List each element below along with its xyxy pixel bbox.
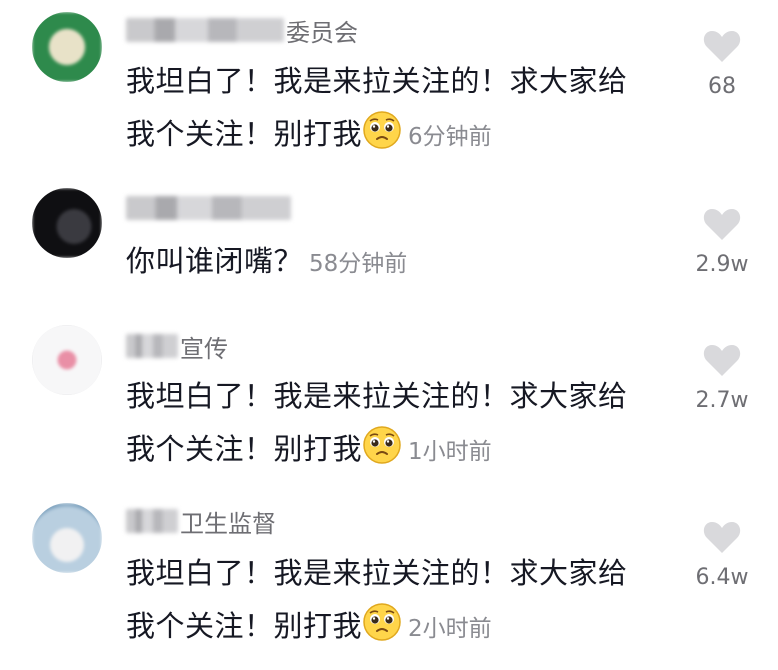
username-suffix: 宣传 — [180, 334, 228, 363]
like-count: 2.9w — [695, 252, 749, 277]
like-count: 68 — [708, 74, 736, 99]
avatar[interactable] — [32, 503, 102, 573]
comment-text-line: 我坦白了！我是来拉关注的！求大家给 — [126, 64, 628, 98]
like-count: 2.7w — [695, 388, 749, 413]
username-redacted — [126, 334, 178, 358]
username-redacted — [126, 18, 284, 42]
comment-time: 1小时前 — [408, 439, 492, 465]
pleading-face-emoji — [363, 603, 401, 641]
comment-item[interactable]: 委员会 我坦白了！我是来拉关注的！求大家给 我个关注！别打我 6分钟前 68 — [0, 0, 778, 180]
comment-text-line2: 我个关注！别打我 2小时前 — [126, 600, 686, 656]
comment-text: 我坦白了！我是来拉关注的！求大家给 我个关注！别打我 2小时前 — [126, 547, 686, 656]
heart-icon[interactable] — [702, 206, 742, 242]
comment-text-line-part: 我个关注！别打我 — [126, 117, 363, 151]
comment-text-line: 我坦白了！我是来拉关注的！求大家给 — [126, 556, 628, 590]
like-button[interactable]: 2.7w — [690, 342, 754, 413]
like-count: 6.4w — [695, 565, 749, 590]
comment-text: 你叫谁闭嘴？ 58分钟前 — [126, 235, 686, 291]
username-redacted — [126, 509, 178, 533]
pleading-face-emoji — [363, 111, 401, 149]
username-suffix: 委员会 — [286, 18, 358, 47]
comment-text-line: 我坦白了！我是来拉关注的！求大家给 — [126, 379, 628, 413]
comment-text: 我坦白了！我是来拉关注的！求大家给 我个关注！别打我 6分钟前 — [126, 55, 686, 164]
comment-text-line: 你叫谁闭嘴？ — [126, 244, 304, 278]
comment-text-line2: 我个关注！别打我 6分钟前 — [126, 108, 686, 164]
comment-text-line2: 我个关注！别打我 1小时前 — [126, 423, 686, 479]
pleading-face-emoji — [363, 426, 401, 464]
avatar[interactable] — [32, 188, 102, 258]
username[interactable]: 卫生监督 — [126, 501, 276, 541]
comment-item[interactable]: 卫生监督 我坦白了！我是来拉关注的！求大家给 我个关注！别打我 2小时前 6.4w — [0, 495, 778, 670]
like-button[interactable]: 68 — [690, 28, 754, 99]
comment-text-line-part: 我个关注！别打我 — [126, 609, 363, 643]
comment-text: 我坦白了！我是来拉关注的！求大家给 我个关注！别打我 1小时前 — [126, 370, 686, 479]
username[interactable] — [126, 188, 293, 228]
username[interactable]: 委员会 — [126, 10, 358, 50]
comment-item[interactable]: 你叫谁闭嘴？ 58分钟前 2.9w — [0, 180, 778, 320]
username-redacted — [126, 196, 291, 220]
comment-text-line-part: 我个关注！别打我 — [126, 432, 363, 466]
comment-text-line-row: 你叫谁闭嘴？ 58分钟前 — [126, 235, 686, 291]
username-suffix: 卫生监督 — [180, 509, 276, 538]
comment-item[interactable]: 宣传 我坦白了！我是来拉关注的！求大家给 我个关注！别打我 1小时前 2.7w — [0, 320, 778, 495]
like-button[interactable]: 6.4w — [690, 519, 754, 590]
comment-time: 2小时前 — [408, 616, 492, 642]
avatar[interactable] — [32, 12, 102, 82]
heart-icon[interactable] — [702, 28, 742, 64]
like-button[interactable]: 2.9w — [690, 206, 754, 277]
comment-time: 6分钟前 — [408, 124, 492, 150]
heart-icon[interactable] — [702, 342, 742, 378]
username[interactable]: 宣传 — [126, 326, 228, 366]
comment-time: 58分钟前 — [309, 251, 408, 277]
avatar[interactable] — [32, 325, 102, 395]
heart-icon[interactable] — [702, 519, 742, 555]
